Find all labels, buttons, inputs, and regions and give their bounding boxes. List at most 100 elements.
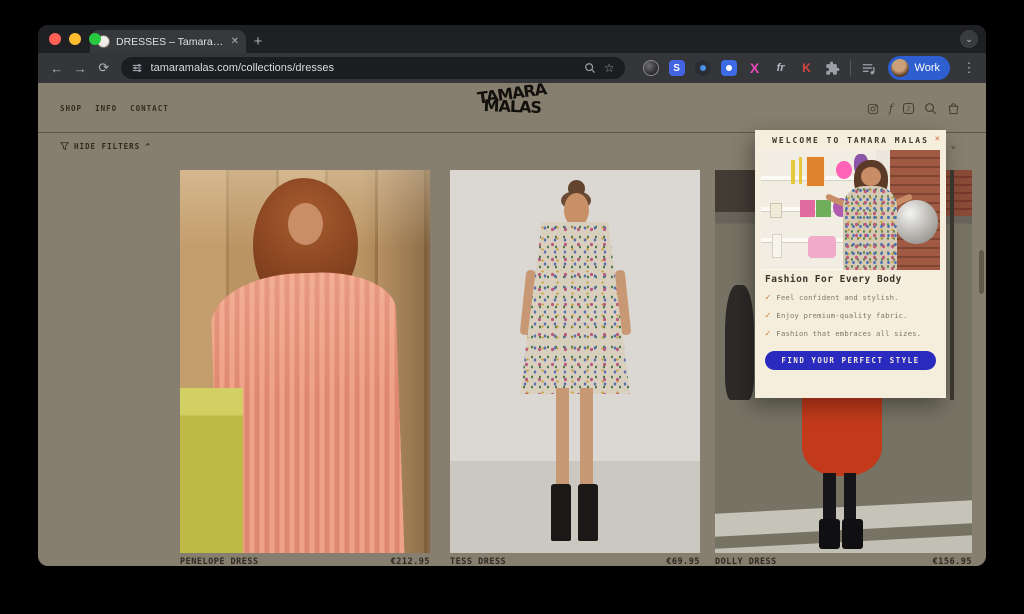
popup-header: WELCOME TO TAMARA MALAS ✕ [755, 130, 946, 150]
decor-shape [580, 388, 593, 491]
popup-bullet: ✓ Fashion that embraces all sizes. [765, 330, 936, 339]
tab-search-button[interactable]: ⌄ [960, 30, 978, 48]
popup-photo [761, 150, 940, 270]
decor-shape [725, 285, 753, 400]
decor-shape [180, 388, 243, 553]
minimize-window-button[interactable] [69, 33, 81, 45]
decor-shape [842, 519, 863, 550]
product-card-penelope[interactable]: PENELOPE DRESS €212.95 [180, 170, 430, 566]
tab-close-icon[interactable]: ✕ [231, 36, 239, 47]
decor-shape [950, 170, 954, 400]
extension-dot-icon[interactable] [695, 60, 711, 76]
popup-title: Fashion For Every Body [765, 274, 936, 285]
logo-line-2: MALAS [478, 99, 548, 115]
facebook-icon[interactable]: f [889, 102, 893, 115]
address-bar[interactable]: tamaramalas.com/collections/dresses ☆ [121, 57, 625, 79]
bookmark-star-icon[interactable]: ☆ [604, 61, 615, 75]
decor-shape [806, 156, 826, 187]
find-style-button[interactable]: FIND YOUR PERFECT STYLE [765, 351, 936, 370]
product-label-row: PENELOPE DRESS €212.95 [180, 557, 430, 566]
toolbar-divider [850, 60, 851, 76]
bullet-text: Enjoy premium-quality fabric. [776, 312, 907, 320]
new-tab-button[interactable]: + [246, 30, 270, 53]
product-price: €69.95 [666, 557, 700, 566]
decor-shape [895, 200, 938, 243]
cart-bag-icon[interactable] [947, 102, 960, 115]
profile-label: Work [915, 62, 940, 74]
page-scrollbar-thumb[interactable] [979, 250, 984, 294]
hide-filters-toggle[interactable]: HIDE FILTERS ^ [60, 142, 150, 151]
browser-tab[interactable]: DRESSES – Tamara Malas ✕ [90, 30, 246, 53]
extension-camera-icon[interactable] [721, 60, 737, 76]
browser-window: DRESSES – Tamara Malas ✕ + ⌄ ← → ⟳ tamar… [38, 25, 986, 566]
close-window-button[interactable] [49, 33, 61, 45]
zoom-window-button[interactable] [89, 33, 101, 45]
screenshot-canvas: DRESSES – Tamara Malas ✕ + ⌄ ← → ⟳ tamar… [0, 0, 1024, 614]
check-icon: ✓ [765, 330, 770, 339]
decor-shape [551, 484, 571, 541]
popup-bullet: ✓ Feel confident and stylish. [765, 294, 936, 303]
search-icon[interactable] [924, 102, 937, 115]
forward-button[interactable]: → [70, 56, 92, 80]
header-icons: f ♪ [867, 102, 960, 115]
decor-shape [288, 203, 323, 245]
decor-shape [843, 186, 897, 270]
decor-shape [844, 473, 857, 523]
popup-header-title: WELCOME TO TAMARA MALAS [772, 136, 929, 145]
decor-shape [520, 222, 630, 394]
decor-shape [819, 519, 840, 550]
check-icon: ✓ [765, 312, 770, 321]
window-controls [49, 33, 101, 45]
tiktok-icon[interactable]: ♪ [903, 103, 914, 114]
extension-s-icon[interactable]: S [669, 60, 685, 76]
popup-body: Fashion For Every Body ✓ Feel confident … [765, 274, 936, 370]
nav-contact-link[interactable]: CONTACT [130, 104, 169, 113]
welcome-popup: WELCOME TO TAMARA MALAS ✕ [755, 130, 946, 398]
site-header: SHOP INFO CONTACT TAMARA MALAS f ♪ [38, 83, 986, 133]
product-card-tess[interactable]: TESS DRESS €69.95 [450, 170, 700, 566]
site-page: SHOP INFO CONTACT TAMARA MALAS f ♪ [38, 83, 986, 566]
product-price: €212.95 [391, 557, 430, 566]
tab-strip: DRESSES – Tamara Malas ✕ + ⌄ [38, 25, 986, 53]
site-logo[interactable]: TAMARA MALAS [477, 86, 547, 117]
funnel-icon [60, 142, 69, 151]
extensions-puzzle-icon[interactable] [825, 61, 840, 76]
side-search-icon[interactable] [584, 62, 596, 74]
product-label-row: TESS DRESS €69.95 [450, 557, 700, 566]
product-name: PENELOPE DRESS [180, 557, 259, 566]
product-price: €156.95 [933, 557, 972, 566]
instagram-icon[interactable] [867, 103, 879, 115]
url-text[interactable]: tamaramalas.com/collections/dresses [151, 62, 576, 74]
bullet-text: Fashion that embraces all sizes. [776, 330, 921, 338]
media-playlist-icon[interactable] [861, 61, 876, 76]
product-name: TESS DRESS [450, 557, 506, 566]
popup-bullet: ✓ Enjoy premium-quality fabric. [765, 312, 936, 321]
extension-k-icon[interactable]: K [799, 60, 815, 76]
back-button[interactable]: ← [46, 56, 68, 80]
product-name: DOLLY DRESS [715, 557, 777, 566]
profile-chip[interactable]: Work [888, 56, 950, 80]
extensions-row: S X fr K Work ⋮ [643, 56, 978, 80]
sort-chevron-icon[interactable]: ⌄ [951, 141, 956, 151]
product-image-penelope [180, 170, 430, 553]
bullet-text: Feel confident and stylish. [776, 294, 898, 302]
decor-shape [861, 167, 881, 186]
extension-fr-icon[interactable]: fr [773, 60, 789, 76]
reload-button[interactable]: ⟳ [93, 56, 115, 80]
filters-caret-up-icon: ^ [145, 142, 150, 151]
popup-close-icon[interactable]: ✕ [935, 134, 940, 144]
hide-filters-label: HIDE FILTERS [74, 142, 140, 151]
browser-toolbar: ← → ⟳ tamaramalas.com/collections/dresse… [38, 53, 986, 83]
decor-shape [800, 200, 814, 217]
tab-title: DRESSES – Tamara Malas [116, 36, 225, 48]
browser-menu-icon[interactable]: ⋮ [960, 60, 978, 76]
nav-info-link[interactable]: INFO [95, 104, 117, 113]
decor-shape [770, 203, 783, 219]
decor-shape [808, 236, 837, 258]
extension-x-icon[interactable]: X [747, 60, 763, 76]
decor-shape [556, 388, 569, 491]
decor-shape [772, 234, 783, 258]
nav-shop-link[interactable]: SHOP [60, 104, 82, 113]
extension-dial-icon[interactable] [643, 60, 659, 76]
decor-shape [578, 484, 598, 541]
